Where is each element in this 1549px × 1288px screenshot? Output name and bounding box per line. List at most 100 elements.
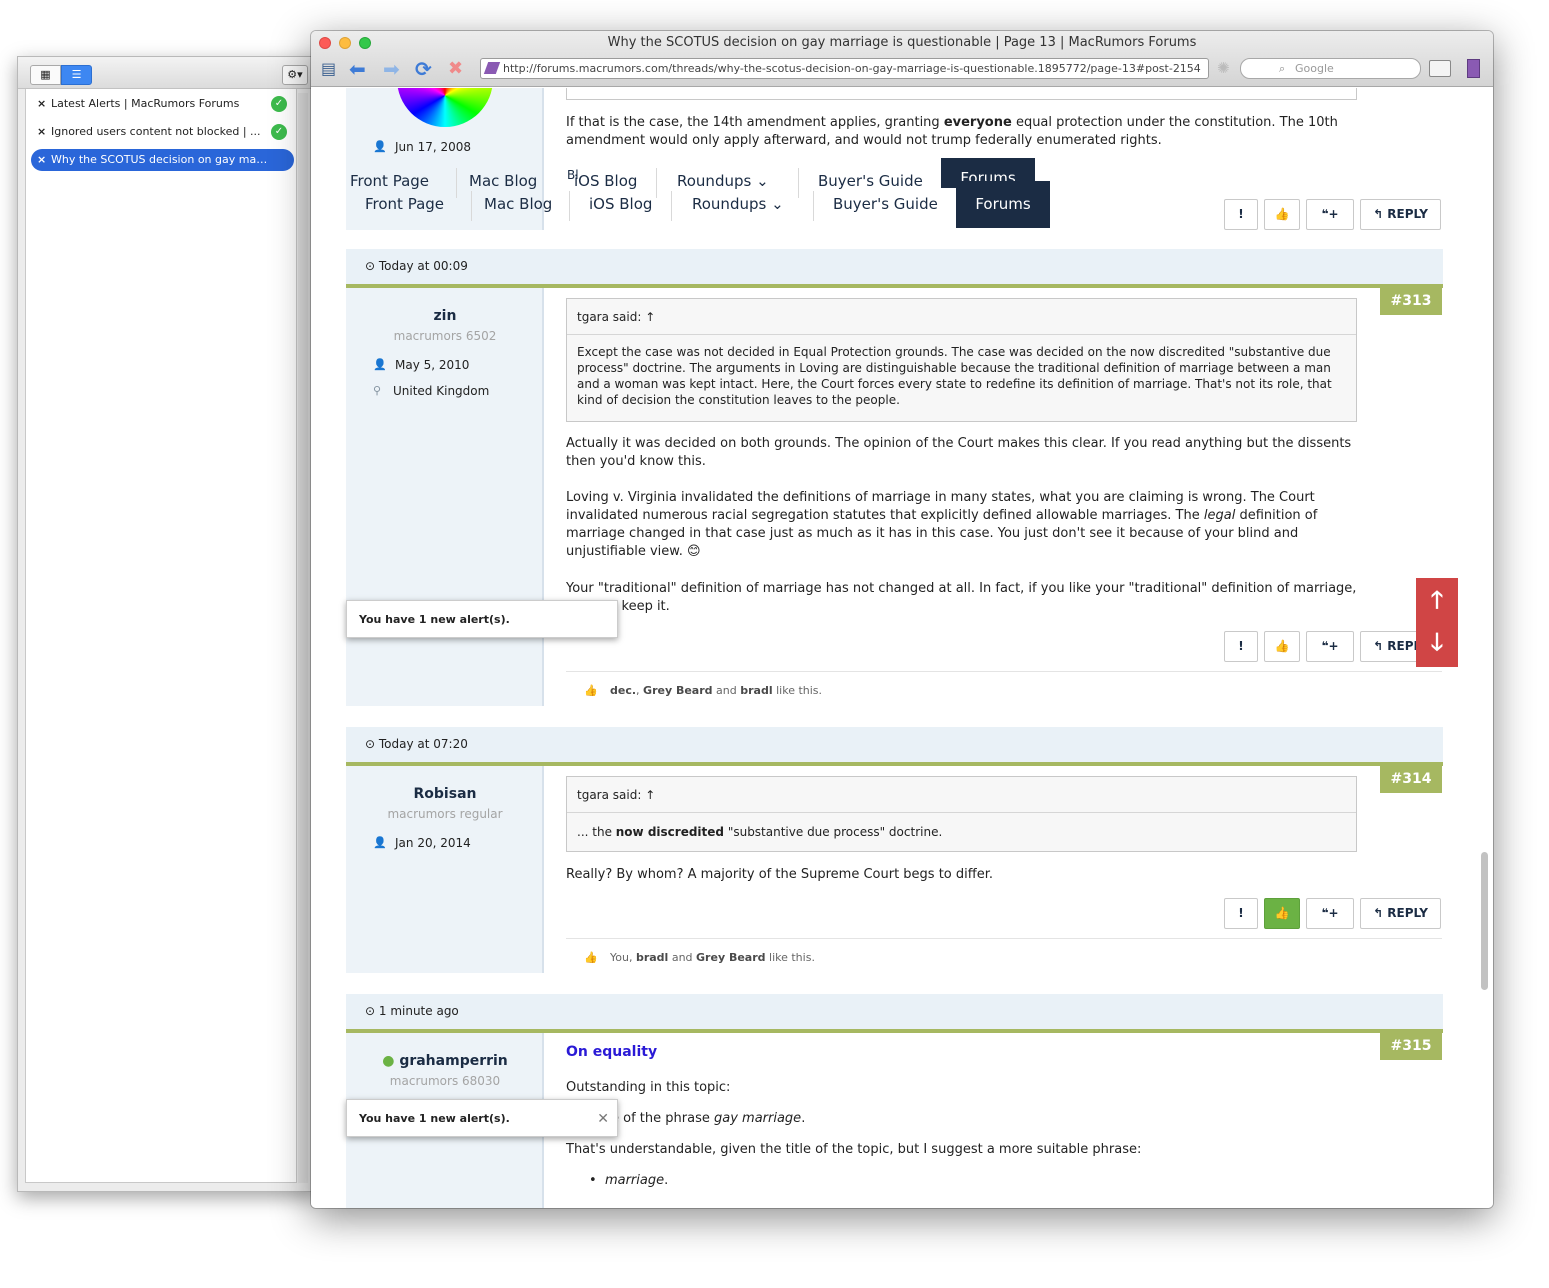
reply-button[interactable]: ↰ REPLY	[1360, 898, 1441, 929]
loading-spinner-icon: ✺	[1217, 59, 1230, 77]
post-number[interactable]: #314	[1380, 766, 1442, 793]
nav-roundups[interactable]: Roundups ⌄	[677, 172, 769, 190]
report-button[interactable]: !	[1224, 631, 1258, 662]
close-icon[interactable]: ✕	[597, 1100, 609, 1138]
nav-ios-blog[interactable]: iOS Blog	[589, 195, 652, 213]
sidebar-item-label: Ignored users content not blocked | ...	[51, 125, 261, 138]
quote-box	[566, 88, 1357, 100]
user-icon: 👤	[373, 358, 387, 371]
post-number[interactable]: #315	[1380, 1033, 1442, 1060]
reload-icon[interactable]: ⟳	[415, 58, 432, 80]
like-button[interactable]: 👍	[1264, 631, 1300, 662]
forward-icon[interactable]: ➡	[383, 58, 400, 80]
sidebar-item-label: Why the SCOTUS decision on gay marriage.…	[51, 153, 294, 166]
user-title: macrumors regular	[387, 807, 503, 821]
post-paragraph: use of the phrase gay marriage.	[596, 1111, 806, 1126]
like-icon: 👍	[584, 684, 598, 697]
location-pin-icon: ⚲	[373, 384, 382, 397]
bookmark-icon[interactable]	[1467, 59, 1480, 78]
like-button[interactable]: 👍	[1264, 199, 1300, 230]
sidebar-item-alerts[interactable]: × Latest Alerts | MacRumors Forums ✓	[31, 93, 294, 115]
title-bar: Why the SCOTUS decision on gay marriage …	[311, 31, 1493, 87]
search-input[interactable]: ⌕ Google	[1240, 58, 1421, 79]
user-title: macrumors 6502	[393, 329, 497, 343]
sidebar-list: × Latest Alerts | MacRumors Forums ✓ × I…	[25, 89, 297, 1183]
url-field[interactable]: http://forums.macrumors.com/threads/why-…	[480, 58, 1209, 79]
nav-mac-blog[interactable]: Mac Blog	[484, 195, 552, 213]
nav-divider	[798, 168, 799, 198]
list-view-icon[interactable]: ☰	[61, 65, 92, 85]
clock-icon: ⊙	[365, 737, 379, 751]
nav-divider	[813, 191, 814, 221]
search-icon: ⌕	[1279, 62, 1286, 75]
check-icon: ✓	[271, 96, 287, 112]
nav-ios-blog[interactable]: iOS Blog	[574, 172, 637, 190]
alert-popup[interactable]: You have 1 new alert(s). ✕	[346, 1099, 618, 1137]
post-paragraph: That's understandable, given the title o…	[566, 1142, 1142, 1157]
username[interactable]: Robisan	[346, 786, 544, 802]
nav-buyers-guide[interactable]: Buyer's Guide	[818, 172, 923, 190]
alert-text: You have 1 new alert(s).	[359, 1112, 510, 1125]
multiquote-button[interactable]: ❝+	[1306, 631, 1354, 662]
window-title: Why the SCOTUS decision on gay marriage …	[607, 35, 1197, 50]
join-date: 👤 May 5, 2010	[373, 358, 470, 372]
arrow-down-icon[interactable]: 🡓	[1416, 622, 1458, 666]
post-date: ⊙ Today at 00:09	[346, 249, 1443, 284]
quote-box: tgara said: ↑ Except the case was not de…	[566, 298, 1357, 422]
post-message: If that is the case, the 14th amendment …	[566, 115, 1338, 148]
quote-attribution[interactable]: tgara said: ↑	[567, 777, 1356, 813]
post-paragraph: Outstanding in this topic:	[566, 1080, 731, 1095]
quote-attribution[interactable]: tgara said: ↑	[567, 299, 1356, 335]
clock-icon: ⊙	[365, 259, 379, 273]
chevron-down-icon: ⌄	[771, 195, 784, 213]
like-icon: 👍	[584, 951, 598, 964]
nav-front-page[interactable]: Front Page	[350, 172, 429, 190]
post-number[interactable]: #313	[1380, 288, 1442, 315]
post-date: ⊙ Today at 07:20	[346, 727, 1443, 762]
alert-popup[interactable]: You have 1 new alert(s).	[346, 600, 618, 638]
close-icon[interactable]: ×	[37, 149, 46, 171]
report-button[interactable]: !	[1224, 898, 1258, 929]
browser-window: Why the SCOTUS decision on gay marriage …	[311, 31, 1493, 1208]
sidebar-toolbar: ▦ ☰ ⚙▾	[18, 57, 318, 89]
quote-text: Except the case was not decided in Equal…	[577, 345, 1332, 407]
arrow-up-icon[interactable]: 🡑	[1416, 578, 1458, 622]
post-paragraph: Your "traditional" definition of marriag…	[566, 581, 1357, 614]
gear-icon[interactable]: ⚙▾	[282, 65, 308, 85]
sidebar-item-scotus[interactable]: × Why the SCOTUS decision on gay marriag…	[31, 149, 294, 171]
nav-forums-tab[interactable]: Forums	[956, 181, 1050, 228]
multiquote-button[interactable]: ❝+	[1306, 898, 1354, 929]
sidebar-scrollbar[interactable]	[298, 93, 308, 1183]
likes-summary: 👍 dec., Grey Beard and bradl like this.	[566, 671, 1442, 706]
nav-mac-blog[interactable]: Mac Blog	[469, 172, 537, 190]
multiquote-button[interactable]: ❝+	[1306, 199, 1354, 230]
sidebar-toggle-icon[interactable]: ▤	[321, 58, 336, 80]
nav-buyers-guide[interactable]: Buyer's Guide	[833, 195, 938, 213]
close-icon[interactable]: ×	[37, 121, 46, 143]
page-scrollbar[interactable]	[1481, 852, 1488, 990]
back-icon[interactable]: ⬅	[349, 58, 366, 80]
join-date: 👤 Jun 17, 2008	[373, 140, 472, 154]
url-text: http://forums.macrumors.com/threads/why-…	[503, 62, 1201, 75]
online-status-icon: ●	[382, 1053, 395, 1069]
sidebar-item-ignored[interactable]: × Ignored users content not blocked | ..…	[31, 121, 294, 143]
like-button[interactable]: 👍	[1264, 898, 1300, 929]
reply-button[interactable]: ↰ REPLY	[1360, 199, 1441, 230]
favicon-icon	[483, 62, 501, 74]
user-panel	[346, 288, 544, 706]
extension-icon[interactable]	[1429, 60, 1451, 77]
report-button[interactable]: !	[1224, 199, 1258, 230]
post-paragraph: Loving v. Virginia invalidated the defin…	[566, 490, 1318, 559]
nav-roundups[interactable]: Roundups ⌄	[692, 195, 784, 213]
close-icon[interactable]: ×	[37, 93, 46, 115]
location: ⚲ United Kingdom	[373, 384, 490, 398]
stop-icon[interactable]: ✖	[448, 58, 463, 80]
username[interactable]: ● grahamperrin	[346, 1053, 544, 1069]
nav-divider	[471, 191, 472, 221]
quote-box: tgara said: ↑ ... the now discredited "s…	[566, 776, 1357, 852]
grid-view-icon[interactable]: ▦	[30, 65, 61, 85]
username[interactable]: zin	[346, 308, 544, 324]
nav-front-page[interactable]: Front Page	[365, 195, 444, 213]
post-paragraph: Actually it was decided on both grounds.…	[566, 436, 1352, 469]
clock-icon: ⊙	[365, 1004, 379, 1018]
